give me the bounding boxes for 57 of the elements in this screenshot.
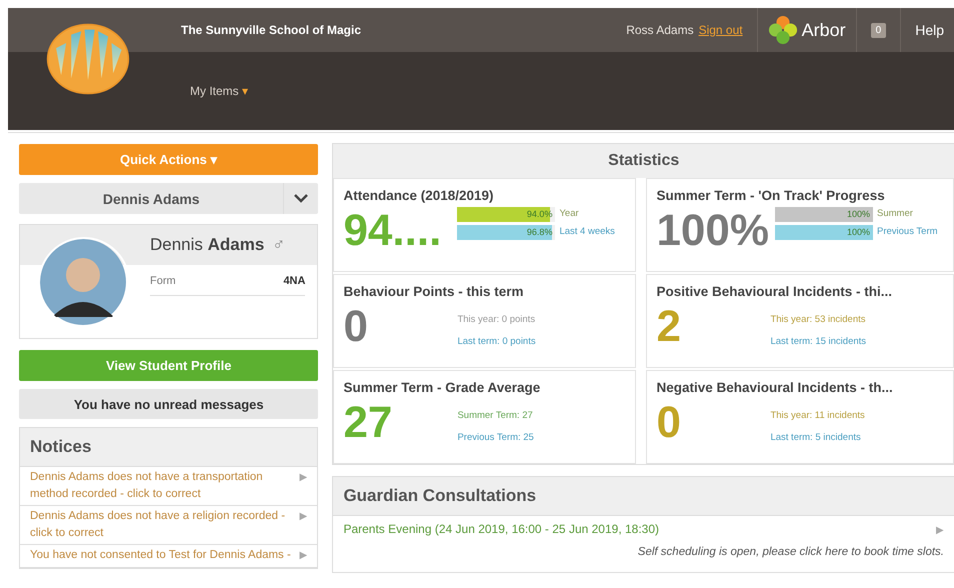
arrow-icon: ▶	[299, 508, 308, 542]
quick-actions-button[interactable]: Quick Actions ▾	[19, 144, 318, 175]
bar-label: Summer	[877, 207, 913, 220]
stat-title: Summer Term - Grade Average	[343, 380, 542, 395]
school-name: The Sunnyville School of Magic	[181, 23, 362, 37]
stat-value: 94....	[343, 205, 442, 257]
stat-title: Summer Term - 'On Track' Progress	[656, 188, 886, 203]
bar-label: Previous Term	[877, 225, 938, 238]
stat-title: Attendance (2018/2019)	[343, 188, 495, 203]
user-name: Ross Adams	[626, 23, 694, 37]
stat-detail: Last term: 15 incidents	[770, 335, 866, 349]
stat-value: 2	[656, 301, 682, 353]
stat-value: 27	[343, 397, 394, 449]
student-select[interactable]: Dennis Adams	[19, 183, 318, 214]
stat-detail: Previous Term: 25	[457, 431, 534, 445]
stat-title: Behaviour Points - this term	[343, 284, 524, 299]
sign-out-link[interactable]: Sign out	[698, 23, 743, 37]
messages-notice: You have no unread messages	[19, 389, 318, 419]
consultation-title: Parents Evening (24 Jun 2019, 16:00 - 25 Jun 2019, 18:30)	[343, 522, 660, 538]
bar-reading: 96.8%	[526, 227, 552, 238]
consultation-note: Self scheduling is open, please click here to book time slots.	[636, 546, 944, 560]
my-items-menu[interactable]: My Items ▾	[190, 84, 248, 98]
arrow-icon: ▶	[299, 469, 308, 503]
stat-value: 0	[656, 397, 682, 449]
stat-detail: Last term: 0 points	[457, 335, 536, 349]
male-icon: ♂	[272, 235, 286, 255]
arrow-icon: ▶	[936, 522, 944, 540]
chevron-down-icon	[294, 194, 308, 203]
stat-detail: Summer Term: 27	[457, 409, 534, 423]
panel-title: Notices	[20, 428, 318, 467]
message-count-icon[interactable]: 0	[870, 22, 886, 38]
stat-detail: This year: 11 incidents	[770, 409, 865, 423]
consultation-item[interactable]: Parents Evening (24 Jun 2019, 16:00 - 25 Jun 2019, 18:30) ▶ Self scheduling is open, please click here to book time slots.	[333, 516, 954, 572]
panel-title: Guardian Consultations	[333, 477, 954, 516]
notice-item[interactable]: Dennis Adams does not have a transportation method recorded - click to correct ▶	[20, 467, 318, 506]
stat-detail: This year: 53 incidents	[770, 313, 866, 327]
brand-logo[interactable]: Arbor	[756, 8, 857, 52]
stat-title: Negative Behavioural Incidents - th...	[656, 380, 894, 395]
bar-label: Year	[559, 207, 579, 220]
bar-reading: 100%	[846, 227, 870, 238]
bar-label: Last 4 weeks	[559, 225, 615, 238]
arrow-icon: ▶	[299, 547, 308, 565]
view-profile-button[interactable]: View Student Profile	[19, 350, 318, 381]
student-name: Dennis Adams	[150, 235, 264, 255]
stat-value: 100%	[656, 205, 770, 257]
field-value: 4NA	[283, 275, 306, 287]
bar-reading: 100%	[846, 209, 870, 220]
notice-item[interactable]: You have not consented to Test for Dennis Adams - ▶	[20, 545, 318, 568]
stat-value: 0	[343, 301, 369, 353]
stat-detail: This year: 0 points	[457, 313, 536, 327]
notice-item[interactable]: Dennis Adams does not have a religion recorded - click to correct ▶	[20, 506, 318, 545]
panel-title: Statistics	[607, 151, 680, 171]
clover-icon	[768, 15, 798, 45]
stat-detail: Last term: 5 incidents	[770, 431, 862, 445]
field-label: Form	[150, 275, 176, 287]
help-link[interactable]: Help	[901, 8, 954, 52]
stat-title: Positive Behavioural Incidents - thi...	[656, 284, 894, 299]
